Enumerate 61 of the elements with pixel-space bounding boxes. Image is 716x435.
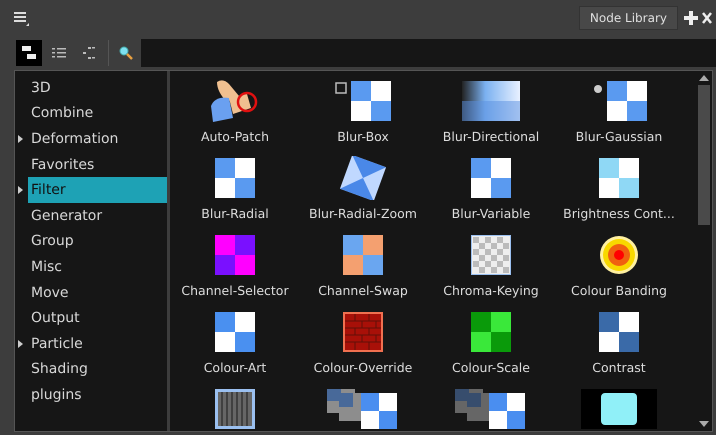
gradient-tile-icon [462,81,520,121]
checker-tile-icon [471,312,511,352]
category-item[interactable]: Misc [15,254,167,280]
menu-icon[interactable] [14,11,30,27]
checker-tile-icon [471,158,511,198]
category-item[interactable]: 3D [15,75,167,101]
checker-square-icon [335,81,391,121]
category-item[interactable]: plugins [15,382,167,408]
category-item[interactable]: Favorites [15,152,167,178]
category-item[interactable]: Deformation [15,126,167,152]
node-label[interactable]: Auto-Patch [200,129,270,144]
node-label[interactable]: Channel-Selector [181,283,289,298]
node-label[interactable]: Colour-Scale [452,360,530,375]
node-label[interactable]: Chroma-Keying [443,283,539,298]
brick-wall-icon [343,312,383,352]
node-label[interactable]: Colour-Override [314,360,412,375]
search-icon [119,46,133,60]
node-label[interactable]: Blur-Box [337,129,389,144]
node-label[interactable]: Blur-Radial [201,206,269,221]
category-item[interactable]: Combine [15,100,167,126]
scroll-down-icon[interactable] [699,421,709,427]
category-item[interactable]: Generator [15,202,167,229]
category-item[interactable]: Particle [15,330,167,357]
glow-square-icon [581,389,657,429]
node-label[interactable]: Brightness Cont... [563,206,675,221]
node-label[interactable]: Colour-Art [204,360,266,375]
node-label[interactable]: Colour Banding [571,283,667,298]
checker-square-icon [591,81,647,121]
category-item[interactable]: Group [15,228,167,254]
panel-tab[interactable]: Node Library [578,6,678,30]
tree-icon [81,45,97,61]
category-item[interactable]: Move [15,280,167,306]
node-label[interactable]: Blur-Radial-Zoom [309,206,417,221]
node-label[interactable]: Blur-Gaussian [576,129,662,144]
checker-tile-icon [599,312,639,352]
close-icon[interactable] [702,12,712,24]
expand-arrow-icon[interactable] [18,135,23,144]
scrollbar-thumb[interactable] [698,85,710,225]
checker-tile-icon [599,158,639,198]
category-item[interactable]: Output [15,305,167,331]
node-label[interactable]: Channel-Swap [318,283,408,298]
expand-arrow-icon[interactable] [18,186,23,194]
node-label[interactable]: Blur-Variable [452,206,530,221]
checkerboard-icon [471,235,511,275]
striped-texture-icon [215,389,255,429]
search-field[interactable] [141,39,716,67]
expand-arrow-icon[interactable] [18,340,23,348]
checker-tile-icon [215,158,255,198]
stacked-tiles-icon [455,389,527,429]
node-label[interactable]: Blur-Directional [442,129,540,144]
stacked-tiles-icon [327,389,399,429]
add-icon[interactable] [684,11,698,25]
node-label[interactable]: Contrast [592,360,646,375]
icons-view-button[interactable] [16,40,42,66]
thumbnails-icon [21,45,37,61]
category-item[interactable]: Shading [15,356,167,382]
target-icon [599,235,639,275]
checker-tile-icon [343,235,383,275]
checker-tile-icon [215,312,255,352]
checker-tile-icon [215,235,255,275]
scroll-up-icon[interactable] [699,75,709,81]
